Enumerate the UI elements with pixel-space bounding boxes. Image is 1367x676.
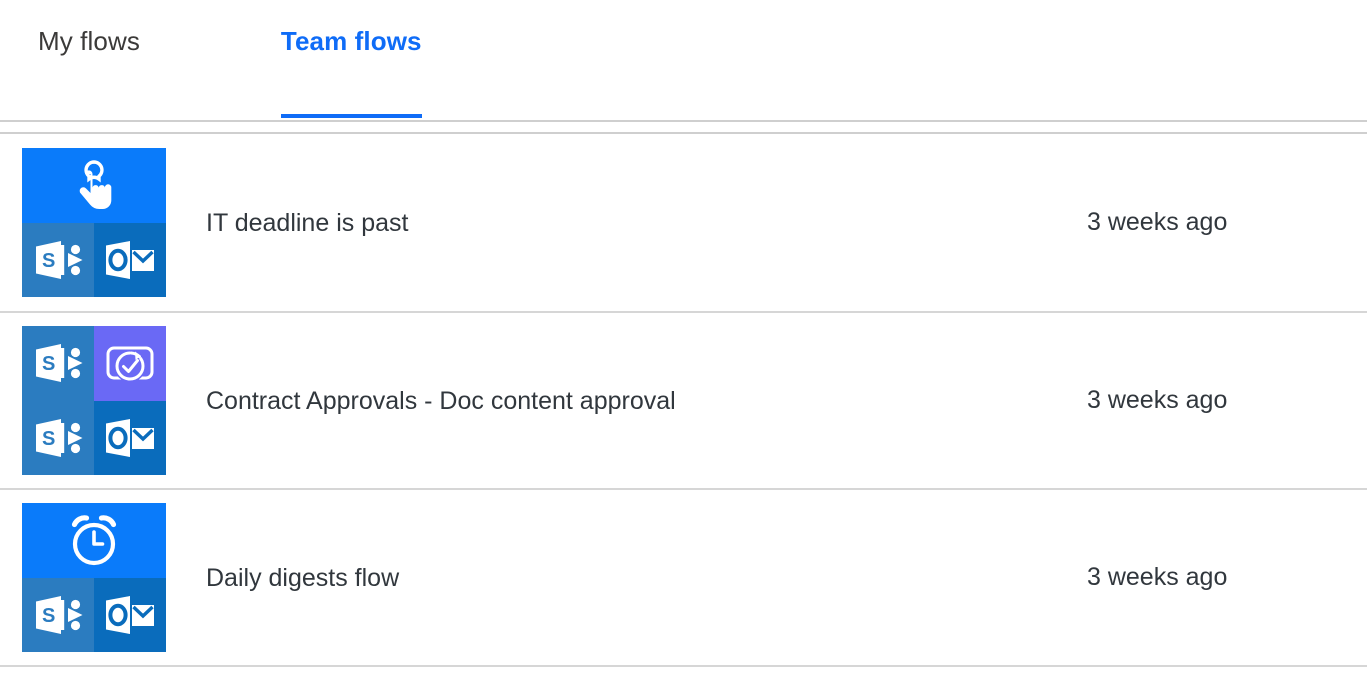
sharepoint-icon: S xyxy=(32,592,84,638)
sharepoint-icon: S xyxy=(32,415,84,461)
sharepoint-icon: S xyxy=(32,237,84,283)
tile-cell-outlook xyxy=(94,400,166,475)
tab-team-flows[interactable]: Team flows xyxy=(280,0,422,120)
svg-text:S: S xyxy=(42,428,55,450)
flow-name[interactable]: Contract Approvals - Doc content approva… xyxy=(206,386,1067,416)
flow-icon-tile: S S xyxy=(22,326,166,475)
approvals-icon xyxy=(101,339,159,387)
tile-cell-outlook xyxy=(94,577,166,652)
flow-row[interactable]: S IT deadline is past 3 weeks ago xyxy=(0,134,1367,311)
tile-cell-sharepoint: S xyxy=(22,577,94,652)
flow-icon-tile: S xyxy=(22,148,166,297)
flow-list: S IT deadline is past 3 weeks ago S S Co… xyxy=(0,134,1367,667)
sharepoint-icon: S xyxy=(32,340,84,386)
outlook-icon xyxy=(103,415,157,461)
tile-cell-trigger xyxy=(22,503,166,578)
flow-modified-time: 3 weeks ago xyxy=(1087,563,1228,591)
svg-text:S: S xyxy=(42,353,55,375)
alarm-clock-recurrence-icon xyxy=(65,512,123,568)
outlook-icon xyxy=(103,237,157,283)
tab-team-flows-underline xyxy=(280,114,422,118)
flow-name[interactable]: Daily digests flow xyxy=(206,563,1067,593)
tile-cell-sharepoint: S xyxy=(22,326,94,401)
tile-cell-trigger xyxy=(22,148,166,223)
svg-text:S: S xyxy=(42,605,55,627)
tile-cell-outlook xyxy=(94,222,166,297)
flow-icon-tile: S xyxy=(22,503,166,652)
tab-team-flows-label: Team flows xyxy=(280,26,422,56)
flow-modified-time: 3 weeks ago xyxy=(1087,208,1228,236)
tile-cell-approvals xyxy=(94,326,166,401)
flows-tabstrip: My flows Team flows xyxy=(0,0,1367,120)
tabstrip-divider-top xyxy=(0,120,1367,122)
flow-row[interactable]: S Daily digests flow 3 weeks ago xyxy=(0,488,1367,665)
outlook-icon xyxy=(103,592,157,638)
tab-my-flows-label: My flows xyxy=(38,26,140,56)
tile-cell-sharepoint: S xyxy=(22,222,94,297)
flow-name[interactable]: IT deadline is past xyxy=(206,208,1067,238)
flow-modified-time: 3 weeks ago xyxy=(1087,386,1228,414)
tile-cell-sharepoint: S xyxy=(22,400,94,475)
tab-my-flows[interactable]: My flows xyxy=(38,0,140,120)
svg-text:S: S xyxy=(42,250,55,272)
flow-row[interactable]: S S Contract Approvals - Doc content app… xyxy=(0,311,1367,488)
manual-tap-trigger-icon xyxy=(70,157,118,213)
